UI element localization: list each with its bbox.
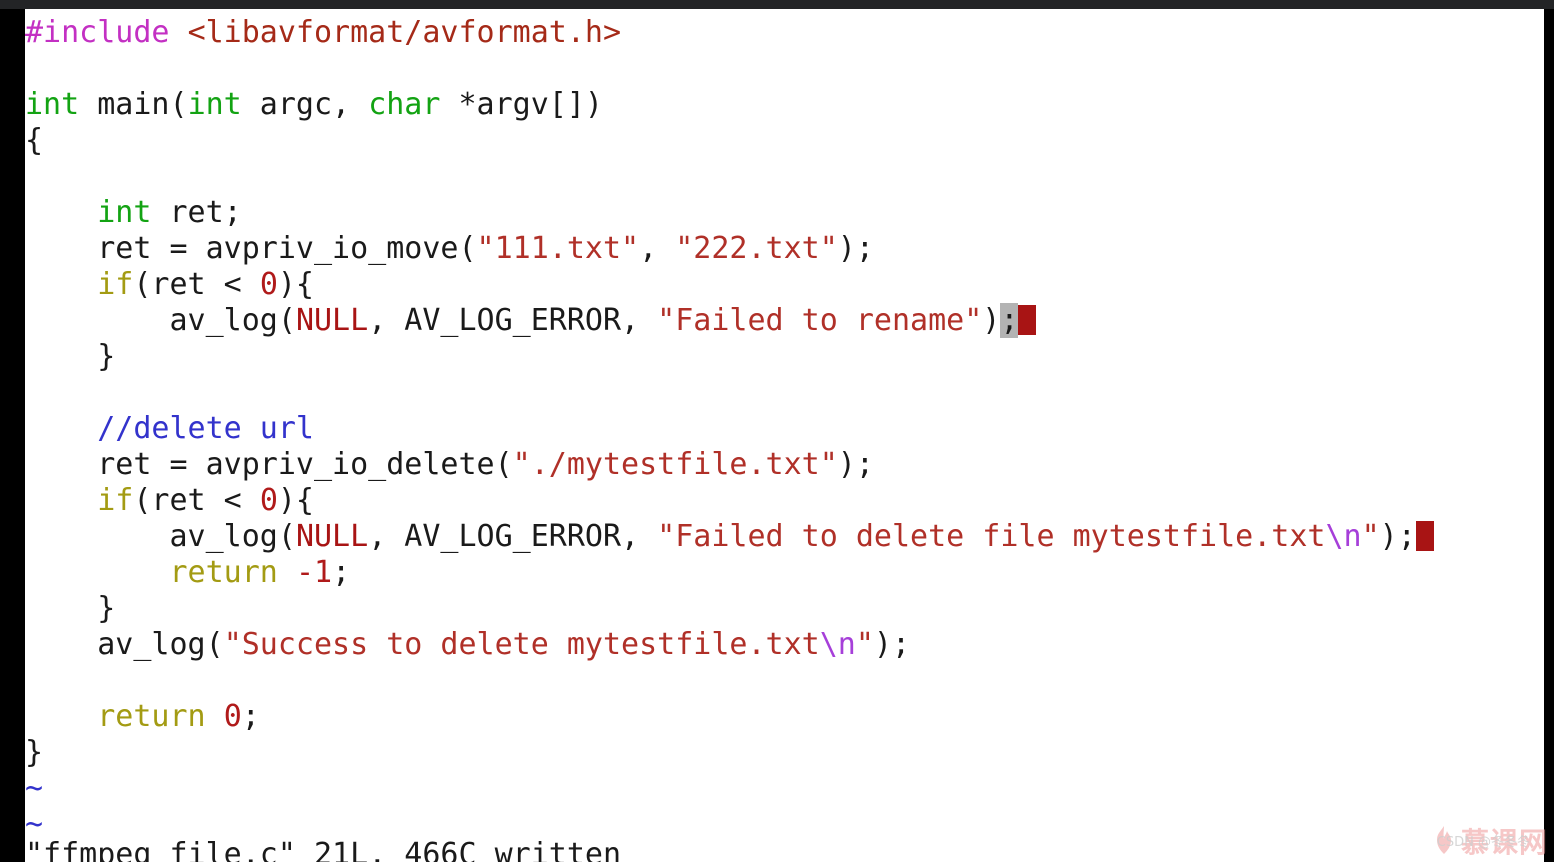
code-token: , AV_LOG_ERROR, (368, 519, 658, 554)
terminal-left-border (0, 9, 25, 862)
code-token: ret; (151, 195, 242, 230)
code-line-15: av_log(NULL, AV_LOG_ERROR, "Failed to de… (25, 519, 1434, 555)
terminal-window: #include <libavformat/avformat.h> int mai… (0, 0, 1554, 862)
code-line-21: } (25, 735, 43, 771)
terminal-titlebar (0, 0, 1554, 9)
vim-block-cursor (1415, 521, 1434, 551)
code-token: av_log( (25, 303, 296, 338)
code-token: } (25, 339, 116, 374)
code-token: 0 (259, 483, 278, 518)
code-line-8: if(ret < 0){ (25, 267, 314, 303)
code-line-4: { (25, 123, 43, 159)
code-token: } (25, 591, 116, 626)
code-token: NULL (295, 519, 369, 554)
code-token: av_log( (25, 519, 296, 554)
code-line-6: int ret; (25, 195, 242, 231)
code-token: ); (837, 447, 874, 482)
code-token: ){ (277, 267, 314, 302)
code-token: ) (982, 303, 1001, 338)
code-token: ); (1379, 519, 1416, 554)
code-line-14: if(ret < 0){ (25, 483, 314, 519)
code-token: -1 (295, 555, 333, 590)
code-line-18: av_log("Success to delete mytestfile.txt… (25, 627, 910, 663)
code-token: "Failed to delete file mytestfile.txt (657, 519, 1326, 554)
code-token: "Success to delete mytestfile.txt (223, 627, 820, 662)
code-token: if (97, 267, 134, 302)
code-line-9: av_log(NULL, AV_LOG_ERROR, "Failed to re… (25, 303, 1037, 339)
vim-block-cursor (1018, 305, 1037, 335)
code-token: } (25, 735, 44, 770)
code-token: \n (819, 627, 856, 662)
code-token: { (25, 123, 44, 158)
code-token: ; (332, 555, 351, 590)
code-token: 0 (259, 267, 278, 302)
code-line-13: ret = avpriv_io_delete("./mytestfile.txt… (25, 447, 874, 483)
code-token: ){ (277, 483, 314, 518)
code-token: char (368, 87, 441, 122)
code-token: <libavformat/avformat.h> (187, 15, 622, 50)
code-token: "Failed to rename" (657, 303, 983, 338)
code-token: *argv[]) (440, 87, 603, 122)
code-token: #include (25, 15, 170, 50)
code-token: " (1361, 519, 1380, 554)
code-token: argc, (241, 87, 369, 122)
code-token: if (97, 483, 134, 518)
code-token: int (25, 87, 80, 122)
code-token: \n (1325, 519, 1362, 554)
terminal-right-border (1544, 9, 1554, 862)
code-token: main( (79, 87, 188, 122)
code-line-1: #include <libavformat/avformat.h> (25, 15, 621, 51)
code-token: ; (1000, 303, 1019, 338)
code-line-10: } (25, 339, 115, 375)
code-token: int (187, 87, 242, 122)
code-line-16: return -1; (25, 555, 351, 591)
code-token: , (639, 231, 676, 266)
vim-status-line: "ffmpeg_file.c" 21L, 466C written (25, 837, 622, 862)
code-token: " (855, 627, 874, 662)
code-token: ); (837, 231, 874, 266)
code-line-17: } (25, 591, 115, 627)
code-token: 0 (223, 699, 242, 734)
code-line-12: //delete url (25, 411, 314, 447)
code-token: (ret < (133, 267, 260, 302)
code-token: , AV_LOG_ERROR, (368, 303, 658, 338)
code-token: "222.txt" (675, 231, 838, 266)
code-token: "./mytestfile.txt" (512, 447, 838, 482)
vim-text-buffer[interactable]: #include <libavformat/avformat.h> int mai… (25, 9, 1544, 862)
code-token: ); (873, 627, 911, 662)
code-token: "111.txt" (476, 231, 640, 266)
code-token: NULL (295, 303, 369, 338)
code-token: av_log( (25, 627, 224, 662)
code-token: ret = avpriv_io_delete( (25, 447, 513, 482)
vim-tilde-marker-1: ~ (25, 771, 44, 806)
code-line-3: int main(int argc, char *argv[]) (25, 87, 603, 123)
code-token: ; (241, 699, 260, 734)
code-token: (ret < (133, 483, 260, 518)
code-token: return (169, 555, 278, 590)
code-token: return (97, 699, 206, 734)
code-line-7: ret = avpriv_io_move("111.txt", "222.txt… (25, 231, 874, 267)
code-token: ret = avpriv_io_move( (25, 231, 477, 266)
code-token: int (97, 195, 152, 230)
code-line-20: return 0; (25, 699, 260, 735)
code-token: //delete url (97, 411, 314, 446)
